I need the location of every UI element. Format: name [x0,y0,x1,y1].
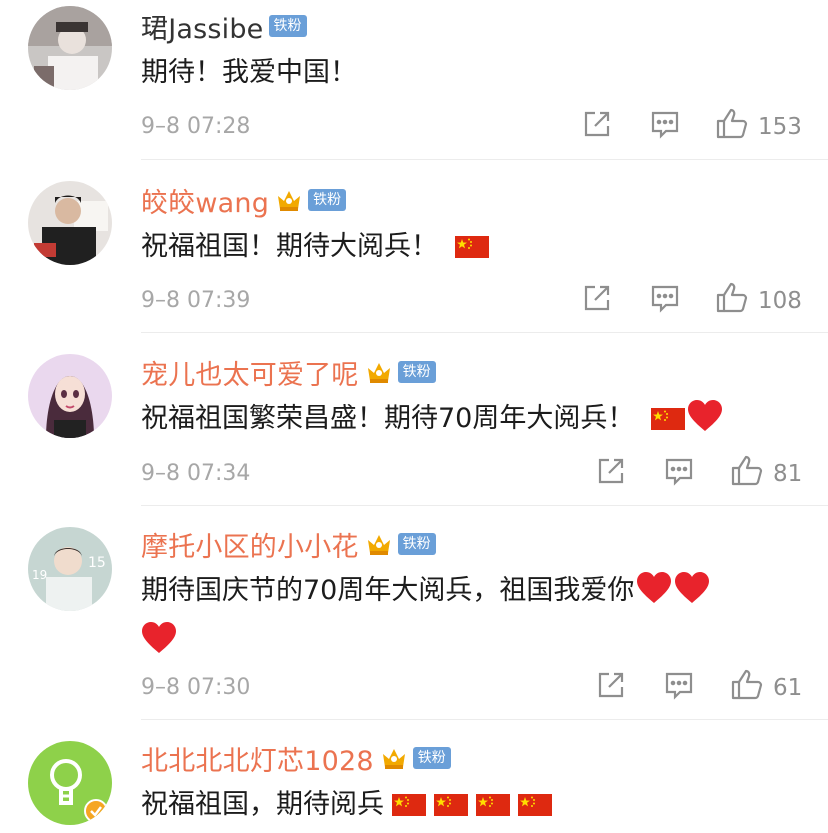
fan-badge: 铁粉 [268,15,307,37]
cn-flag-emoji [434,783,468,816]
share-icon[interactable] [595,455,627,487]
like-icon[interactable] [730,453,764,487]
fan-badge: 铁粉 [308,189,347,211]
username-row: 皎皎wang 铁粉 [141,180,347,220]
comment-text-content: 祝福祖国，期待阅兵 [141,789,384,820]
cn-flag-emoji [454,225,489,258]
comment-text-content: 期待！我爱中国！ [141,57,357,88]
vip-crown-icon [380,745,408,771]
avatar[interactable] [28,6,112,90]
like-count: 153 [758,114,802,140]
comment-icon[interactable] [663,455,695,487]
username-row: 摩托小区的小小花 铁粉 [141,524,436,564]
avatar[interactable] [28,181,112,265]
comment-text: 期待！我爱中国！ [141,48,781,98]
comment-icon[interactable] [649,108,681,140]
svg-text:15: 15 [88,555,106,571]
svg-text:19: 19 [32,568,47,582]
red-heart-emoji [636,571,672,605]
comment-text: 祝福祖国！期待大阅兵！ [141,222,781,272]
avatar[interactable] [28,741,112,825]
comment-text: 期待国庆节的70周年大阅兵，祖国我爱你 [141,566,781,666]
timestamp: 9–8 07:34 [141,461,251,486]
like-icon[interactable] [715,280,749,314]
timestamp: 9–8 07:28 [141,114,251,139]
comment-icon[interactable] [649,282,681,314]
comment-meta: 9–8 07:39 108 [141,280,802,322]
cn-flag-emoji [518,783,552,816]
comment-text: 祝福祖国繁荣昌盛！期待70周年大阅兵！ [141,394,781,444]
username[interactable]: 珺Jassibe [141,7,264,46]
divider [141,332,828,333]
red-heart-emoji [687,399,723,433]
comment-text: 祝福祖国，期待阅兵 [141,780,781,830]
comment-meta: 9–8 07:28 153 [141,106,802,148]
like-count: 81 [773,461,803,487]
comment-text-content: 祝福祖国繁荣昌盛！期待70周年大阅兵！ [141,403,635,434]
divider [141,719,828,720]
like-icon[interactable] [715,106,749,140]
comment-icon[interactable] [663,669,695,701]
fan-badge: 铁粉 [397,533,436,555]
share-icon[interactable] [581,282,613,314]
timestamp: 9–8 07:30 [141,675,251,700]
vip-crown-icon [275,187,303,213]
red-heart-emoji [141,621,177,655]
comment-text-content: 期待国庆节的70周年大阅兵，祖国我爱你 [141,575,635,606]
comment-meta: 9–8 07:30 61 [141,667,803,709]
username-row: 珺Jassibe 铁粉 [141,6,307,46]
cn-flag-emoji [392,783,426,816]
vip-crown-icon [365,359,393,385]
timestamp: 9–8 07:39 [141,288,251,313]
cn-flag-emoji [650,397,685,430]
fan-badge: 铁粉 [397,361,436,383]
like-count: 61 [773,675,803,701]
comment-meta: 9–8 07:34 81 [141,453,803,495]
username-row: 北北北北灯芯1028 铁粉 [141,738,451,778]
username[interactable]: 北北北北灯芯1028 [141,739,374,778]
avatar[interactable] [28,354,112,438]
username[interactable]: 宠儿也太可爱了呢 [141,353,359,392]
username-row: 宠儿也太可爱了呢 铁粉 [141,352,436,392]
username[interactable]: 皎皎wang [141,181,269,220]
fan-badge: 铁粉 [412,747,451,769]
divider [141,159,828,160]
like-icon[interactable] [730,667,764,701]
cn-flag-emoji [476,783,510,816]
comment-text-content: 祝福祖国！期待大阅兵！ [141,231,438,262]
divider [141,505,828,506]
vip-crown-icon [365,531,393,557]
username[interactable]: 摩托小区的小小花 [141,525,359,564]
avatar[interactable]: 19 15 [28,527,112,611]
like-count: 108 [758,288,802,314]
red-heart-emoji [674,571,710,605]
share-icon[interactable] [595,669,627,701]
share-icon[interactable] [581,108,613,140]
